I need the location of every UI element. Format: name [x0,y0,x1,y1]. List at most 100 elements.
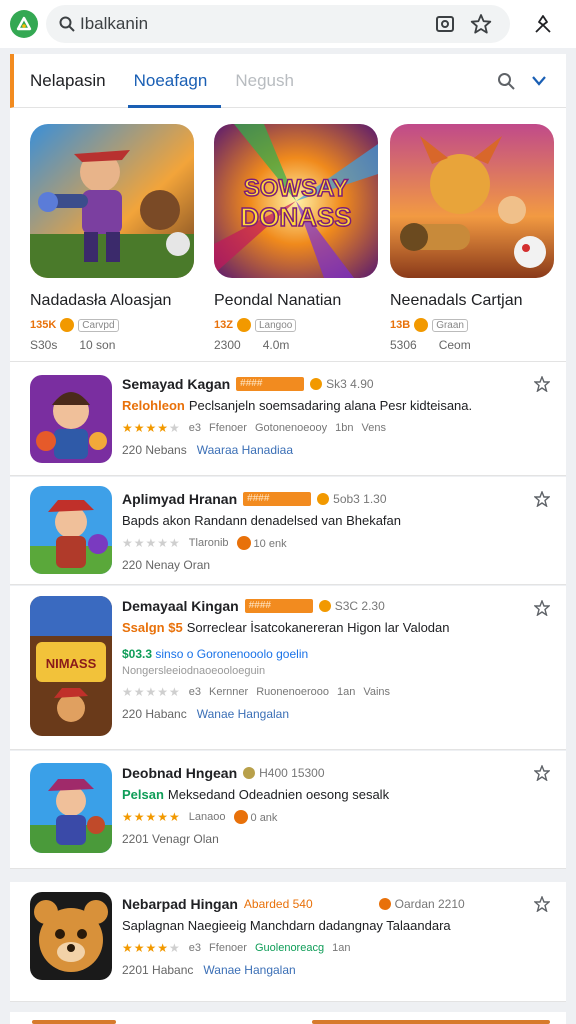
rating-b: Kernner [209,686,249,698]
search-bar[interactable] [46,5,510,43]
app-description: Bapds akon Randann denadelsed van Bhekaf… [122,513,526,528]
award-icon [236,318,251,332]
icon-text: NIMASS [46,656,97,671]
tab-nelapasin[interactable]: Nelapasin [14,54,120,108]
app-score-text: S3C 2.30 [334,599,385,613]
peek-bar [32,1020,116,1024]
featured-title: Peondal Nanatian [214,292,342,309]
featured-badge: 13B [390,319,411,331]
star-outline-icon[interactable] [470,13,492,35]
app-icon-image [30,763,112,853]
award-icon [236,536,251,550]
profile-icon[interactable] [532,13,554,35]
featured-meta-2: 10 son [79,338,116,352]
next-list-item-peek [10,1012,566,1024]
list-item[interactable]: Nebarpad Hingan Abarded 540 Oardan 2210 … [10,882,566,1002]
featured-meta-1: S30s [30,338,58,352]
app-logo-icon[interactable] [10,10,38,38]
app-description: Ssalgn $5 Sorreclear İsatcokanereran Higo… [122,620,526,635]
bookmark-star-icon[interactable] [534,491,550,507]
game-art-image: SOWSAY DONASS [214,124,378,278]
app-meta-text: 220 Habanc [122,707,187,721]
featured-card[interactable]: SOWSAY DONASS Peondal Nanatian 13Z Lango… [214,124,378,352]
rating-row: ★★★★★ Tlaronib 10 enk [122,536,526,550]
rating-c: Gotonenoeooy [254,422,328,434]
app-name: Nebarpad Hingan [122,896,238,912]
star-rating: ★★★★★ [122,536,181,550]
featured-box: Langoo [254,318,297,332]
rating-row: ★★★★★ e3 Ffenoer Gotonenoeooy 1bn Vens [122,421,526,435]
app-score: Oardan 2210 [378,897,465,911]
featured-carousel: Nadadasła Aloasjan 135K Carvpd S30s 10 so… [10,108,566,362]
app-store-screen: Nelapasin Noeafagn Negush [0,0,576,1024]
app-meta: 220 Nenay Oran [122,558,526,572]
app-icon-image [30,486,112,574]
rating-b-wrap: 10 enk [236,536,287,550]
art-title-line2: DONASS [240,202,351,232]
rating-b: 0 ank [250,812,278,824]
chevron-down-icon[interactable] [530,72,548,90]
app-name: Demayaal Kingan [122,598,239,614]
award-icon [378,898,391,910]
app-extra-text: sinso o Goronenooolo goelin [155,647,309,661]
app-meta: 220 Nebans Waaraa Hanadiaa [122,443,526,457]
app-meta: 2201 Habanc Wanae Hangalan [122,963,526,977]
list-item[interactable]: Aplimyad Hranan #### 5ob3 1.30 Bapds ako… [10,477,566,585]
featured-card[interactable]: Nadadasła Aloasjan 135K Carvpd S30s 10 so… [30,124,194,352]
promo-pill: #### [236,377,305,391]
rating-b: 10 enk [253,538,287,550]
promo-pill: #### [244,599,313,613]
featured-meta-1: 5306 [390,338,417,352]
featured-card[interactable]: Neenadals Cartjan 13B Graan 5306 Ceom [390,124,554,352]
app-meta-link[interactable]: Waaraa Hanadiaa [197,443,293,457]
app-name: Semayad Kagan [122,376,231,392]
app-extra: $03.3 sinso o Goronenooolo goelin [122,647,526,661]
rating-c: Guolenoreacg [254,942,325,954]
rating-b-wrap: 0 ank [233,810,278,824]
game-art-image [30,124,194,278]
featured-rating-row: 13Z Langoo [214,318,378,332]
app-extra-2: Nongersleeiodnaoeooloeguin [122,665,266,677]
rating-a: Tlaronib [188,537,229,549]
bookmark-star-icon[interactable] [534,600,550,616]
app-icon-image: NIMASS [30,596,112,736]
featured-rating-row: 135K Carvpd [30,318,194,332]
app-desc-text: Bapds akon Randann denadelsed van Bhekaf… [122,513,401,528]
app-name: Deobnad Hngean [122,765,238,781]
app-meta-link[interactable]: Wanae Hangalan [203,963,295,977]
rating-e: Vains [363,686,391,698]
camera-square-icon[interactable] [434,13,456,35]
app-name: Aplimyad Hranan [122,491,238,507]
rating-row: ★★★★★ Lanaoo 0 ank [122,810,526,824]
app-meta-text: 220 Nenay Oran [122,558,211,572]
award-icon [414,318,429,332]
list-item[interactable]: Semayad Kagan #### Sk3 4.90 Relohleon Pec… [10,362,566,476]
tab-search-icon[interactable] [496,71,516,91]
bookmark-star-icon[interactable] [534,765,550,781]
rating-a: Lanaoo [188,811,226,823]
rating-d: 1an [332,942,351,954]
featured-badge: 13Z [214,319,233,331]
featured-rating-row: 13B Graan [390,318,554,332]
app-score: H400 15300 [243,766,325,780]
app-desc-text: Saplagnan Naegieeig Manchdarn dadangnay … [122,918,451,933]
app-meta-link[interactable]: Wanae Hangalan [197,707,289,721]
app-pill-text: Abarded 540 [243,897,313,911]
bookmark-star-icon[interactable] [534,896,550,912]
tab-negush[interactable]: Negush [221,54,308,108]
app-score-text: Oardan 2210 [394,897,465,911]
app-extra-green: $03.3 [122,647,153,661]
tab-noeafagn-active[interactable]: Noeafagn [120,54,222,108]
list-item[interactable]: Deobnad Hngean H400 15300 Pelsan Meksedan… [10,751,566,869]
search-input[interactable] [80,14,420,34]
featured-meta: S30s 10 son [30,338,194,352]
promo-pill: #### [243,492,312,506]
list-item[interactable]: NIMASS Demayaal Kingan #### S3C 2.30 Ssa… [10,586,566,750]
rating-b: Ffenoer [209,422,247,434]
featured-title: Neenadals Cartjan [390,292,523,309]
rating-c: Ruonenoerooo [256,686,329,698]
app-score: S3C 2.30 [318,599,385,613]
featured-box: Carvpd [78,318,119,332]
featured-title: Nadadasła Aloasjan [30,292,172,309]
bookmark-star-icon[interactable] [534,376,550,392]
